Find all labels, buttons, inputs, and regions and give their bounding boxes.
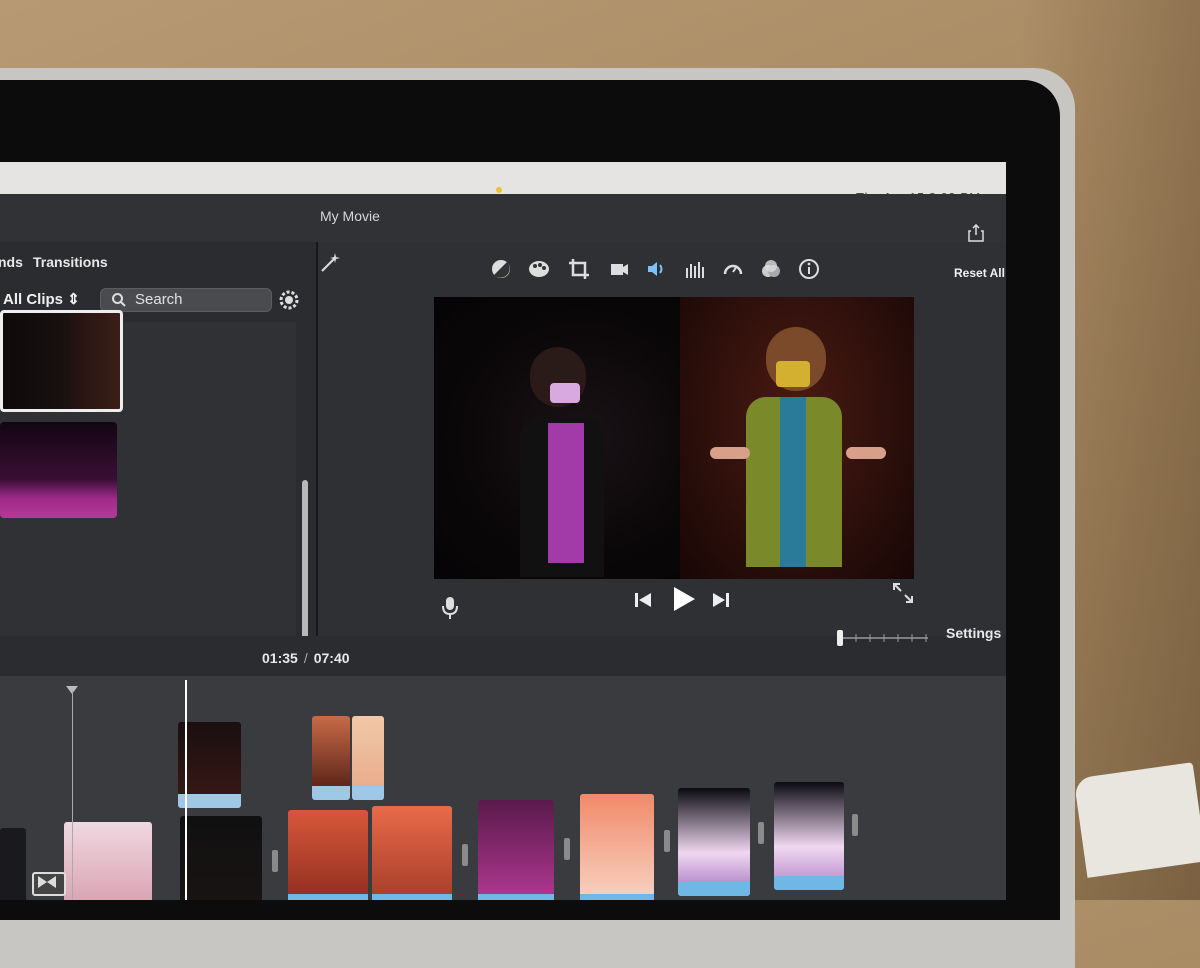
search-icon <box>112 293 126 307</box>
zoom-slider[interactable] <box>836 628 932 648</box>
timeline-clip[interactable] <box>478 800 554 900</box>
bowtie-icon <box>38 876 56 888</box>
reset-all-button[interactable]: Reset All <box>954 266 1005 280</box>
paper-object <box>1073 762 1200 878</box>
clip-thumbnail[interactable] <box>0 422 117 518</box>
timeline-clip[interactable] <box>64 822 152 900</box>
clip-filter-dropdown[interactable]: All Clips ⇕ <box>3 290 80 308</box>
preview-left-shot <box>434 297 680 579</box>
timecode-separator: / <box>303 650 308 666</box>
timeline-clip[interactable] <box>178 722 241 808</box>
audio-waveform <box>478 894 554 900</box>
tab-transitions[interactable]: Transitions <box>33 254 108 270</box>
menu-bar: Thu Apr 15 8:03 PM <box>0 162 1006 205</box>
play-icon[interactable] <box>672 586 696 612</box>
transition-icon[interactable] <box>32 872 66 896</box>
clip-handle[interactable] <box>758 822 764 844</box>
timeline-clip[interactable] <box>580 794 654 900</box>
speed-icon[interactable] <box>722 258 744 280</box>
clip-filter-icon[interactable] <box>760 258 782 280</box>
color-balance-icon[interactable] <box>490 258 512 280</box>
timeline-clip[interactable] <box>288 810 368 900</box>
skip-back-icon[interactable] <box>634 592 652 608</box>
clip-handle[interactable] <box>564 838 570 860</box>
timeline <box>0 676 1006 900</box>
timeline-clip[interactable] <box>372 806 452 900</box>
timecode: 01:35 / 07:40 <box>262 650 350 666</box>
magic-wand-icon[interactable] <box>318 251 342 275</box>
timeline-clip[interactable] <box>774 782 844 890</box>
gear-icon[interactable] <box>277 288 301 312</box>
search-field[interactable]: Search <box>100 288 272 312</box>
stabilization-icon[interactable] <box>608 258 630 280</box>
audio-waveform <box>774 876 844 890</box>
clip-handle[interactable] <box>664 830 670 852</box>
clip-handle[interactable] <box>852 814 858 836</box>
audio-waveform <box>372 894 452 900</box>
clip-filter-label: All Clips <box>3 291 64 308</box>
skimmer-line <box>72 690 73 900</box>
fullscreen-icon[interactable] <box>892 582 914 604</box>
timeline-settings-button[interactable]: Settings <box>946 625 1001 641</box>
timeline-clip[interactable] <box>352 716 384 800</box>
audio-waveform <box>352 786 384 800</box>
share-icon[interactable] <box>968 224 984 242</box>
crop-icon[interactable] <box>568 258 590 280</box>
video-preview[interactable] <box>434 297 914 579</box>
timeline-clip[interactable] <box>0 828 26 900</box>
color-correction-icon[interactable] <box>528 258 550 280</box>
timeline-clip[interactable] <box>678 788 750 896</box>
microphone-icon[interactable] <box>440 595 460 621</box>
tab-backgrounds[interactable]: nds <box>0 254 23 270</box>
audio-waveform <box>580 894 654 900</box>
browser-tabs: nds Transitions <box>0 242 316 282</box>
screen: Thu Apr 15 8:03 PM My Movie nds Transiti… <box>0 162 1006 900</box>
audio-waveform <box>288 894 368 900</box>
info-icon[interactable] <box>798 258 820 280</box>
window-title: My Movie <box>320 208 380 224</box>
volume-icon[interactable] <box>646 258 668 280</box>
chevron-updown-icon: ⇕ <box>67 291 80 308</box>
clip-thumbnail[interactable] <box>0 310 123 412</box>
skip-forward-icon[interactable] <box>712 592 730 608</box>
camera-indicator <box>496 187 502 193</box>
timeline-clip[interactable] <box>312 716 350 800</box>
playhead[interactable] <box>185 680 187 900</box>
noise-reduction-icon[interactable] <box>684 258 706 280</box>
audio-waveform <box>178 794 241 808</box>
total-time: 07:40 <box>313 650 350 666</box>
audio-waveform <box>312 786 350 800</box>
clip-handle[interactable] <box>272 850 278 872</box>
title-bar: My Movie <box>0 194 1006 243</box>
search-placeholder: Search <box>135 291 183 308</box>
clip-handle[interactable] <box>462 844 468 866</box>
timeline-clip[interactable] <box>180 816 262 900</box>
current-time: 01:35 <box>262 650 298 666</box>
preview-right-shot <box>680 297 914 579</box>
audio-waveform <box>678 882 750 896</box>
